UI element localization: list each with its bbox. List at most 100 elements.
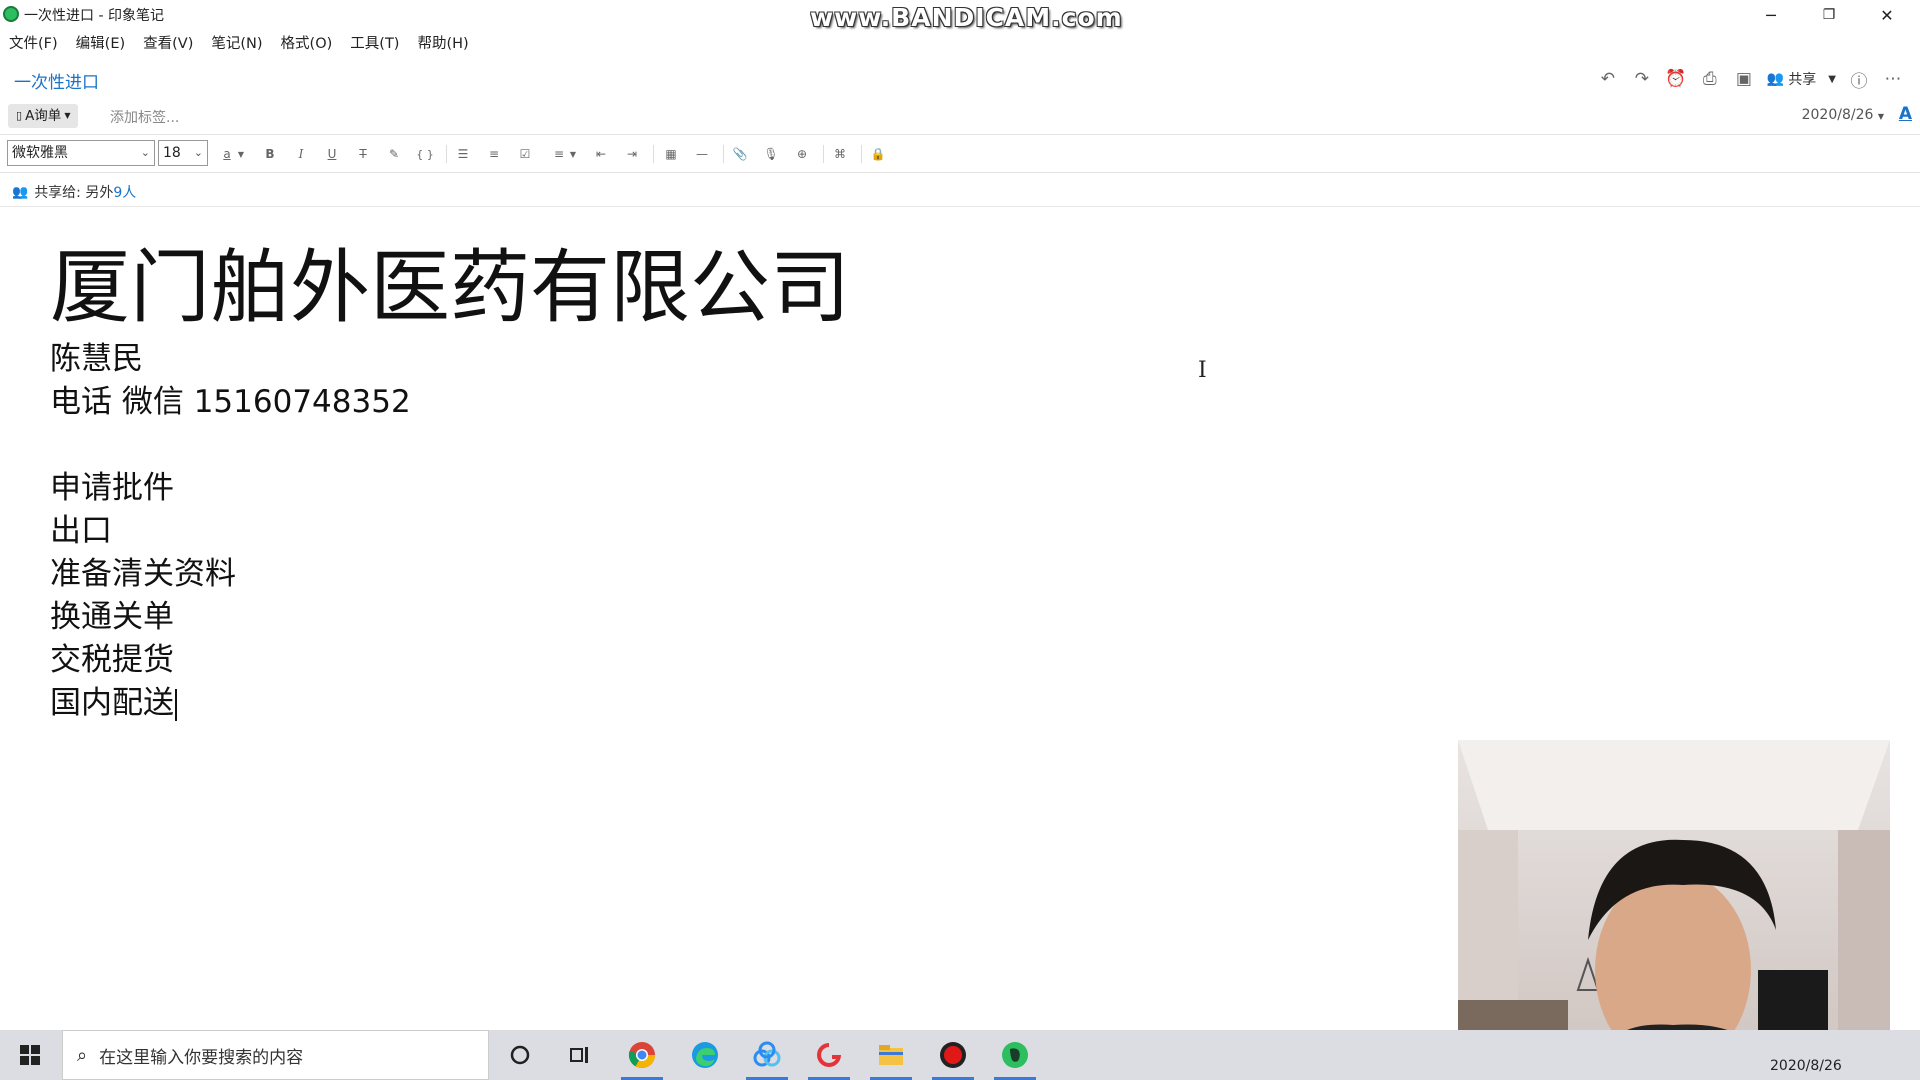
minimize-button[interactable]: ─ [1742,0,1800,30]
divider [0,134,1920,135]
code-icon[interactable]: { } [414,143,436,165]
font-size-select[interactable]: 18 ⌄ [158,140,208,166]
shared-with-label: 共享给: 另外 [34,185,114,201]
strikethrough-button[interactable]: T [352,143,374,165]
divider [0,206,1920,207]
menu-tools[interactable]: 工具(T) [341,32,408,56]
file-explorer-icon[interactable] [866,1030,916,1080]
indent-icon[interactable]: ⇥ [621,143,643,165]
note-title[interactable]: 一次性进口 [14,68,99,93]
record-audio-icon[interactable]: 🎙 [760,143,782,165]
bullet-list-icon[interactable]: ☰ [452,143,474,165]
note-line: 陈慧民 [50,341,143,377]
baidu-netdisk-icon[interactable] [742,1030,792,1080]
chevron-down-icon[interactable]: ▼ [566,143,580,165]
share-button[interactable]: 👥 共享 ▼ [1767,69,1836,89]
note-line-last: 国内配送 [50,682,850,725]
notebook-icon: ▯ [16,109,23,122]
note-line: 电话 微信 15160748352 [50,384,411,420]
chevron-down-icon: ⌄ [193,146,203,159]
task-view-icon[interactable] [555,1030,605,1080]
menu-note[interactable]: 笔记(N) [202,32,271,56]
divider [0,172,1920,173]
highlight-icon[interactable]: ✎ [383,143,405,165]
table-icon[interactable]: ▦ [660,143,682,165]
taskbar-search[interactable]: ⌕ 在这里输入你要搜索的内容 [62,1030,489,1080]
note-heading: 厦门舶外医药有限公司 [50,241,850,334]
menu-view[interactable]: 查看(V) [134,32,202,56]
note-line-empty [50,424,850,467]
window-title: 一次性进口 - 印象笔记 [24,8,164,24]
horizontal-rule-icon[interactable]: — [691,143,713,165]
font-family-value: 微软雅黑 [12,145,68,161]
tray-date[interactable]: 2020/8/26 [1770,1058,1842,1074]
bandicam-icon[interactable] [928,1030,978,1080]
italic-button[interactable]: I [290,143,312,165]
chevron-down-icon: ▼ [1877,112,1884,121]
print-icon[interactable]: ⎙ [1699,68,1721,90]
title-bar: 一次性进口 - 印象笔记 www.BANDICAM.com ─ ❐ ✕ [0,0,1920,32]
encrypt-icon[interactable]: 🔒 [867,143,889,165]
menu-help[interactable]: 帮助(H) [408,32,477,56]
evernote-icon[interactable] [990,1030,1040,1080]
share-button-label: 共享 [1788,72,1817,88]
start-button[interactable] [0,1030,60,1080]
search-placeholder: 在这里输入你要搜索的内容 [99,1047,304,1068]
cortana-icon[interactable] [495,1030,545,1080]
menu-bar: 文件(F) 编辑(E) 查看(V) 笔记(N) 格式(O) 工具(T) 帮助(H… [0,32,478,56]
underline-button[interactable]: U [321,143,343,165]
font-size-value: 18 [163,145,181,161]
redo-icon[interactable]: ↷ [1631,68,1653,90]
ibeam-cursor-icon: I [1198,358,1207,383]
notebook-selector[interactable]: ▯ A询单 ▼ [8,104,79,128]
note-line: 出口 [50,513,112,549]
checkbox-icon[interactable]: ☑ [514,143,536,165]
menu-file[interactable]: 文件(F) [0,32,67,56]
people-icon: 👥 [1766,71,1785,87]
more-icon[interactable]: ⋯ [1882,68,1904,90]
xunlei-icon[interactable] [804,1030,854,1080]
present-icon[interactable]: ▣ [1733,68,1755,90]
close-button[interactable]: ✕ [1858,0,1916,30]
restore-button[interactable]: ❐ [1800,0,1858,30]
toolbar-divider [446,145,447,163]
edge-icon[interactable] [680,1030,730,1080]
numbered-list-icon[interactable]: ≡ [483,143,505,165]
undo-icon[interactable]: ↶ [1597,68,1619,90]
notebook-name: A询单 [25,108,62,124]
font-color-button[interactable]: A [1899,104,1912,124]
text-cursor [175,688,177,721]
chevron-down-icon: ▼ [64,111,71,120]
menu-edit[interactable]: 编辑(E) [67,32,134,56]
attachment-icon[interactable]: 📎 [729,143,751,165]
recording-watermark: www.BANDICAM.com [810,3,1123,32]
shared-with-row[interactable]: 👥 共享给: 另外9人 [12,182,136,202]
windows-taskbar: ⌕ 在这里输入你要搜索的内容 2020/8/26 [0,1030,1920,1080]
note-line: 交税提货 [50,642,174,678]
webcam-overlay [1458,740,1890,1065]
webcam-image [1458,740,1890,1065]
toolbar-divider [823,145,824,163]
font-family-select[interactable]: 微软雅黑 ⌄ [7,140,155,166]
note-line: 申请批件 [50,470,174,506]
note-line: 换通关单 [50,599,174,635]
info-icon[interactable]: ⓘ [1848,68,1870,92]
insert-link-icon[interactable]: ⊕ [791,143,813,165]
toolbar-divider [653,145,654,163]
note-date[interactable]: 2020/8/26 ▼ [1802,107,1884,123]
windows-logo-icon [20,1045,40,1065]
shared-with-count[interactable]: 9人 [113,185,136,201]
note-editor[interactable]: 厦门舶外医药有限公司 陈慧民 电话 微信 15160748352 申请批件 出口… [50,238,850,725]
menu-format[interactable]: 格式(O) [272,32,342,56]
outdent-icon[interactable]: ⇤ [590,143,612,165]
chevron-down-icon: ▼ [1828,73,1836,85]
chrome-icon[interactable] [617,1030,667,1080]
add-tag-input[interactable]: 添加标签... [110,107,179,127]
toolbar-divider [723,145,724,163]
reminder-icon[interactable]: ⏰ [1665,68,1687,90]
command-icon[interactable]: ⌘ [829,143,851,165]
chevron-down-icon: ⌄ [140,146,150,159]
bold-button[interactable]: B [259,143,281,165]
note-date-label: 2020/8/26 [1801,107,1874,123]
chevron-down-icon[interactable]: ▼ [234,143,248,165]
